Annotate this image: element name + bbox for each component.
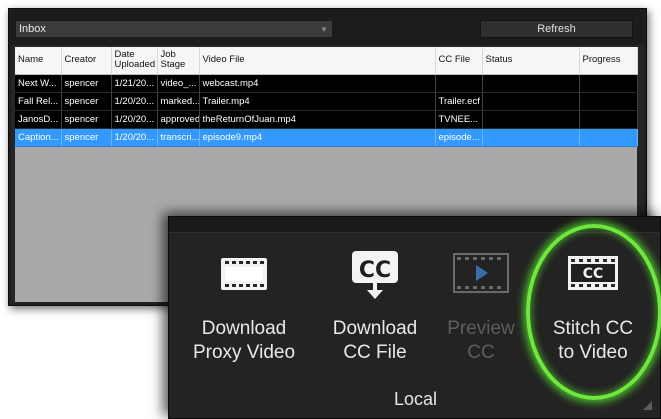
preview-cc-line1: Preview [447, 318, 515, 339]
cell-video-file: episode9.mp4 [199, 128, 436, 147]
cell-video-file: Trailer.mp4 [199, 92, 436, 111]
film-play-icon [453, 253, 509, 299]
cell-name: Next W... [15, 74, 62, 93]
svg-text:CC: CC [583, 266, 604, 282]
group-dialog-launcher-icon[interactable] [643, 401, 652, 410]
cell-progress [579, 92, 638, 111]
column-header-status[interactable]: Status [482, 47, 580, 75]
cell-status [482, 128, 580, 147]
cell-progress [579, 128, 638, 147]
ribbon-zoom-panel: Download Proxy Video CC Download CC File [168, 216, 661, 419]
inbox-dropdown[interactable]: Inbox ▼ [15, 20, 333, 38]
column-header-job-stage[interactable]: Job Stage [157, 47, 200, 75]
cell-date-uploaded: 1/20/20... [111, 92, 158, 111]
column-header-creator[interactable]: Creator [61, 47, 112, 75]
cell-date-uploaded: 1/20/20... [111, 110, 158, 129]
cell-cc-file: TVNEE... [435, 110, 483, 129]
column-header-progress[interactable]: Progress [579, 47, 638, 75]
cell-date-uploaded: 1/20/20... [111, 128, 158, 147]
chevron-down-icon: ▼ [320, 25, 328, 34]
film-strip-icon [220, 257, 268, 297]
table-row[interactable]: Fall Rel... spencer 1/20/20... marked...… [15, 92, 638, 111]
table-header-row: Name Creator Date Uploaded Job Stage Vid… [15, 47, 638, 75]
download-cc-line2: CC File [343, 342, 407, 363]
cell-date-uploaded: 1/21/20... [111, 74, 158, 93]
cell-video-file: webcast.mp4 [199, 74, 436, 93]
column-header-name[interactable]: Name [15, 47, 62, 75]
column-header-cc-file[interactable]: CC File [435, 47, 483, 75]
cell-status [482, 110, 580, 129]
download-proxy-video-button[interactable]: Download Proxy Video [175, 237, 313, 387]
cell-cc-file: Trailer.ecf [435, 92, 483, 111]
refresh-button[interactable]: Refresh [480, 20, 633, 38]
cell-name: JanosD... [15, 110, 62, 129]
table-row[interactable]: JanosD... spencer 1/20/20... approved th… [15, 110, 638, 129]
ribbon-group-label-local: Local [393, 389, 438, 409]
preview-cc-line2: CC [467, 342, 495, 363]
column-header-date-uploaded[interactable]: Date Uploaded [111, 47, 158, 75]
column-header-video-file[interactable]: Video File [199, 47, 436, 75]
cell-name: Fall Rel... [15, 92, 62, 111]
cell-status [482, 92, 580, 111]
stitch-cc-line1: Stitch CC [552, 318, 634, 339]
cell-creator: spencer [61, 74, 112, 93]
cell-progress [579, 110, 638, 129]
stitch-cc-line2: to Video [558, 342, 628, 363]
preview-cc-button[interactable]: Preview CC [431, 237, 531, 387]
inbox-toolbar: Inbox ▼ Refresh [11, 11, 644, 45]
cell-video-file: theReturnOfJuan.mp4 [199, 110, 436, 129]
cell-job-stage: transcri... [157, 128, 200, 147]
download-cc-file-button[interactable]: CC Download CC File [309, 237, 441, 387]
cell-progress [579, 74, 638, 93]
cell-name: Caption... [15, 128, 62, 147]
svg-text:CC: CC [359, 258, 391, 283]
cell-job-stage: marked... [157, 92, 200, 111]
cell-cc-file [435, 74, 483, 93]
cell-cc-file: episode... [435, 128, 483, 147]
table-row-selected[interactable]: Caption... spencer 1/20/20... transcri..… [15, 128, 638, 147]
cc-film-icon: CC [567, 255, 619, 297]
download-cc-line1: Download [332, 318, 418, 339]
download-proxy-line1: Download [201, 318, 287, 339]
cell-job-stage: video_... [157, 74, 200, 93]
download-proxy-line2: Proxy Video [192, 342, 296, 363]
cell-creator: spencer [61, 128, 112, 147]
stitch-cc-to-video-button[interactable]: CC Stitch CC to Video [527, 237, 659, 387]
cell-creator: spencer [61, 92, 112, 111]
ribbon-strip [169, 217, 660, 233]
inbox-dropdown-value: Inbox [19, 23, 46, 35]
cell-job-stage: approved [157, 110, 200, 129]
cell-creator: spencer [61, 110, 112, 129]
cc-download-icon: CC [350, 249, 400, 307]
cell-status [482, 74, 580, 93]
table-row[interactable]: Next W... spencer 1/21/20... video_... w… [15, 74, 638, 93]
